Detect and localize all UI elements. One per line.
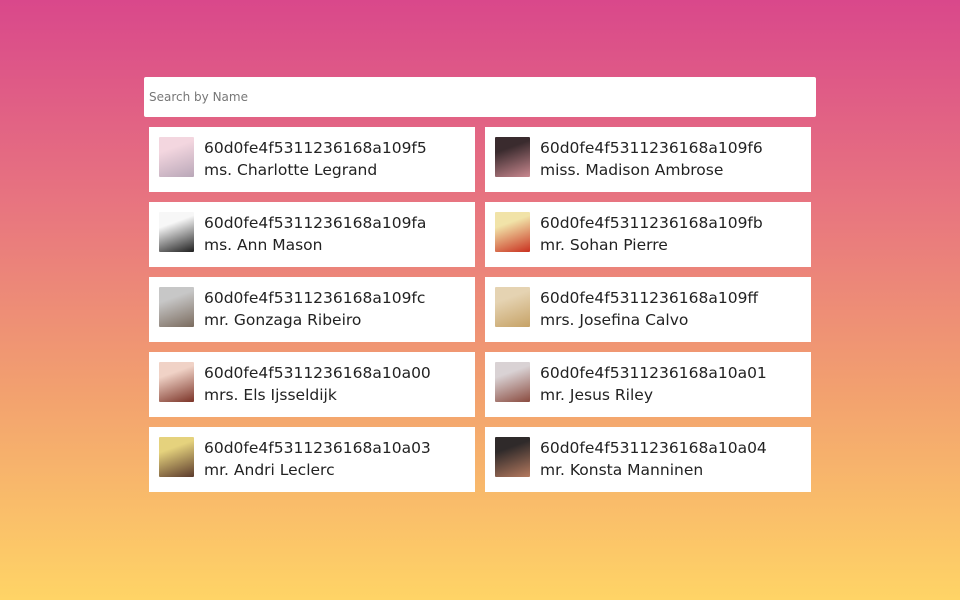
user-card[interactable]: 60d0fe4f5311236168a10a01 mr. Jesus Riley — [485, 352, 811, 417]
user-name: mr. Gonzaga Ribeiro — [204, 311, 362, 329]
user-avatar — [159, 212, 194, 252]
user-name: ms. Charlotte Legrand — [204, 161, 378, 179]
user-id: 60d0fe4f5311236168a10a01 — [540, 364, 767, 382]
user-avatar — [495, 437, 530, 477]
user-id: 60d0fe4f5311236168a109fa — [204, 214, 427, 232]
user-id: 60d0fe4f5311236168a10a04 — [540, 439, 767, 457]
search-input[interactable] — [144, 77, 816, 117]
user-name: miss. Madison Ambrose — [540, 161, 724, 179]
user-info: 60d0fe4f5311236168a109fb mr. Sohan Pierre — [540, 212, 763, 256]
user-avatar — [495, 362, 530, 402]
user-avatar — [495, 212, 530, 252]
user-info: 60d0fe4f5311236168a10a04 mr. Konsta Manni… — [540, 437, 767, 481]
user-info: 60d0fe4f5311236168a109fc mr. Gonzaga Ribe… — [204, 287, 425, 331]
user-card[interactable]: 60d0fe4f5311236168a109ff mrs. Josefina Ca… — [485, 277, 811, 342]
user-info: 60d0fe4f5311236168a10a03 mr. Andri Lecler… — [204, 437, 431, 481]
user-card[interactable]: 60d0fe4f5311236168a109f6 miss. Madison Am… — [485, 127, 811, 192]
user-avatar — [495, 287, 530, 327]
user-info: 60d0fe4f5311236168a109fa ms. Ann Mason — [204, 212, 426, 256]
user-card[interactable]: 60d0fe4f5311236168a109fb mr. Sohan Pierre — [485, 202, 811, 267]
user-avatar — [159, 137, 194, 177]
user-card[interactable]: 60d0fe4f5311236168a10a03 mr. Andri Lecler… — [149, 427, 475, 492]
user-avatar — [159, 437, 194, 477]
user-id: 60d0fe4f5311236168a109fb — [540, 214, 763, 232]
user-grid: 60d0fe4f5311236168a109f5 ms. Charlotte Le… — [144, 127, 816, 492]
user-name: mr. Andri Leclerc — [204, 461, 335, 479]
user-info: 60d0fe4f5311236168a10a00 mrs. Els Ijsseld… — [204, 362, 431, 406]
user-id: 60d0fe4f5311236168a109f6 — [540, 139, 763, 157]
user-info: 60d0fe4f5311236168a10a01 mr. Jesus Riley — [540, 362, 767, 406]
user-id: 60d0fe4f5311236168a109f5 — [204, 139, 427, 157]
user-card[interactable]: 60d0fe4f5311236168a109f5 ms. Charlotte Le… — [149, 127, 475, 192]
user-name: mrs. Josefina Calvo — [540, 311, 689, 329]
user-info: 60d0fe4f5311236168a109ff mrs. Josefina Ca… — [540, 287, 758, 331]
user-avatar — [159, 287, 194, 327]
user-id: 60d0fe4f5311236168a109fc — [204, 289, 426, 307]
user-id: 60d0fe4f5311236168a109ff — [540, 289, 759, 307]
user-id: 60d0fe4f5311236168a10a03 — [204, 439, 431, 457]
user-name: mr. Jesus Riley — [540, 386, 654, 404]
user-card[interactable]: 60d0fe4f5311236168a109fc mr. Gonzaga Ribe… — [149, 277, 475, 342]
user-name: mrs. Els Ijsseldijk — [204, 386, 337, 404]
user-card[interactable]: 60d0fe4f5311236168a109fa ms. Ann Mason — [149, 202, 475, 267]
user-name: ms. Ann Mason — [204, 236, 323, 254]
user-id: 60d0fe4f5311236168a10a00 — [204, 364, 431, 382]
user-name: mr. Sohan Pierre — [540, 236, 668, 254]
user-info: 60d0fe4f5311236168a109f5 ms. Charlotte Le… — [204, 137, 427, 181]
user-info: 60d0fe4f5311236168a109f6 miss. Madison Am… — [540, 137, 763, 181]
user-avatar — [159, 362, 194, 402]
user-avatar — [495, 137, 530, 177]
user-card[interactable]: 60d0fe4f5311236168a10a00 mrs. Els Ijsseld… — [149, 352, 475, 417]
user-card[interactable]: 60d0fe4f5311236168a10a04 mr. Konsta Manni… — [485, 427, 811, 492]
user-directory: 60d0fe4f5311236168a109f5 ms. Charlotte Le… — [144, 77, 816, 492]
user-name: mr. Konsta Manninen — [540, 461, 704, 479]
